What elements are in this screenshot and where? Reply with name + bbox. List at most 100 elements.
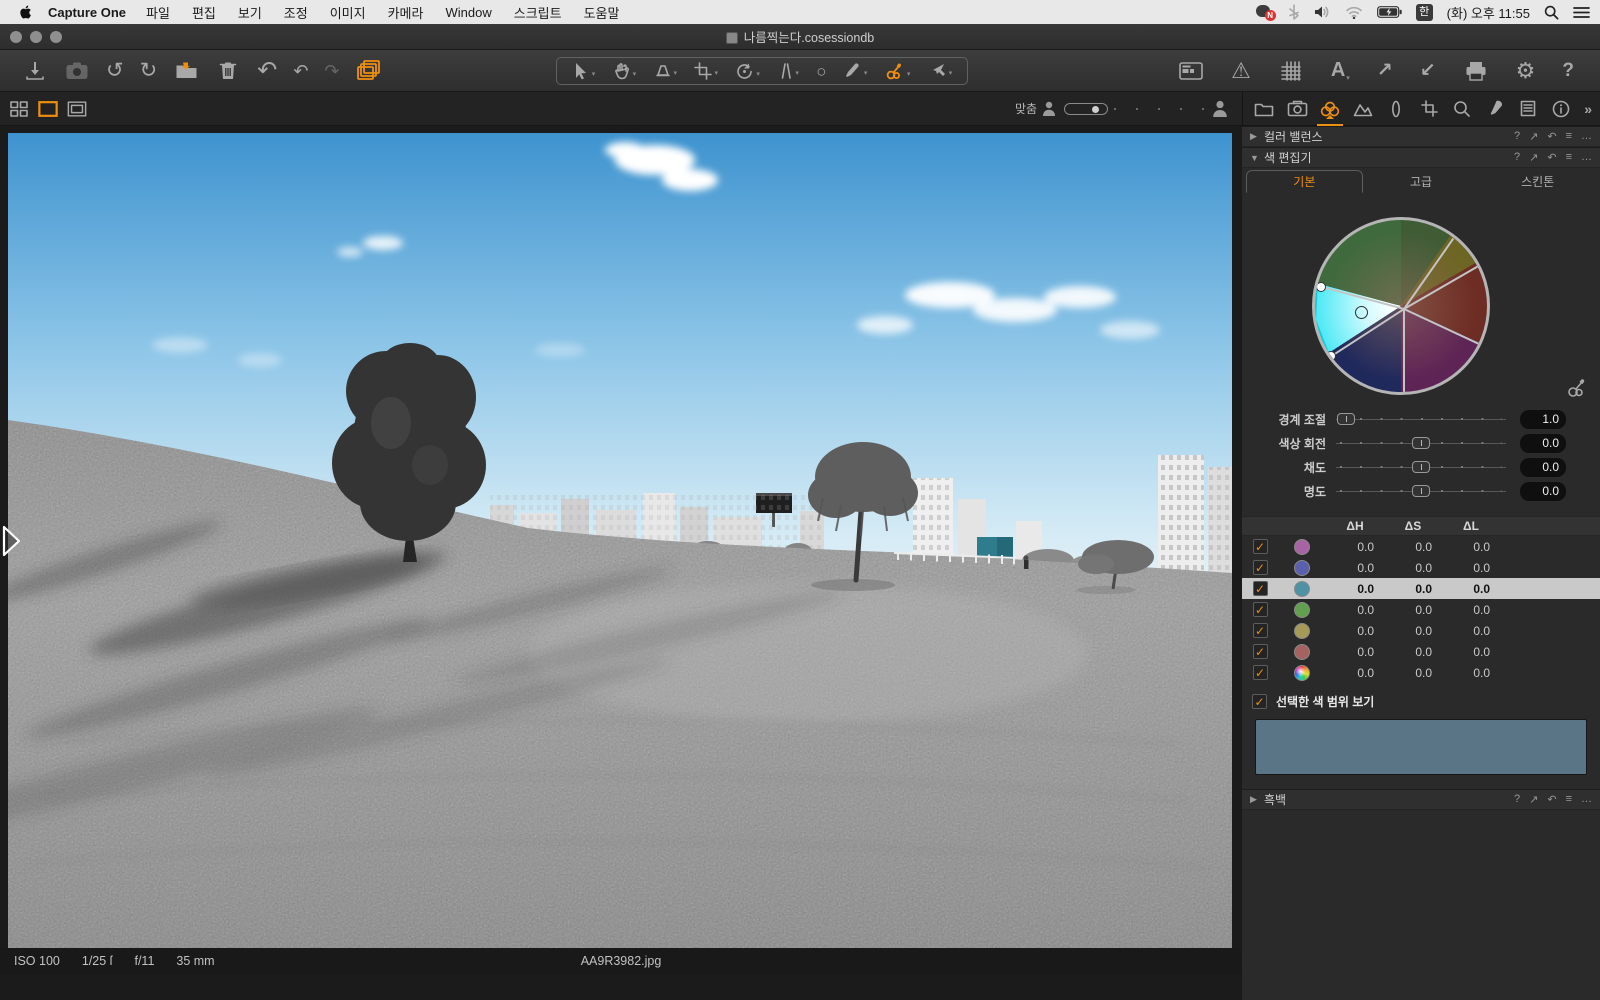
rotate-ccw-button[interactable]: ↺ — [106, 60, 124, 81]
zoom-person-large-icon[interactable] — [1212, 100, 1228, 117]
grid-button[interactable] — [1278, 58, 1304, 84]
tab-basic[interactable]: 기본 — [1246, 170, 1363, 193]
pick-color-correction-tool[interactable]: ▾ — [885, 62, 910, 81]
tab-details[interactable] — [1451, 99, 1473, 119]
color-swatch[interactable] — [1294, 538, 1310, 555]
input-source-badge[interactable]: 한 — [1415, 3, 1433, 21]
range-checkbox[interactable]: ✓ — [1252, 644, 1268, 659]
wifi-icon[interactable] — [1345, 6, 1363, 19]
import-back-button[interactable]: ↙ — [1420, 59, 1436, 82]
bluetooth-icon[interactable] — [1288, 4, 1300, 20]
spot-removal-tool[interactable]: ○ — [816, 63, 826, 80]
menu-scripts[interactable]: 스크립트 — [514, 3, 562, 22]
slider-track[interactable] — [1336, 412, 1506, 426]
loupe-tool[interactable]: ▾ — [654, 62, 677, 80]
spotlight-search-icon[interactable] — [1544, 5, 1559, 20]
slider-value[interactable]: 0.0 — [1520, 457, 1566, 477]
sync-icon[interactable]: ↗ — [1529, 793, 1538, 806]
kakaotalk-icon[interactable]: N — [1255, 4, 1276, 21]
menu-view[interactable]: 보기 — [238, 3, 262, 22]
tab-adjustments[interactable] — [1484, 99, 1506, 119]
help-button[interactable]: ? — [1562, 60, 1574, 82]
help-icon[interactable]: ? — [1514, 151, 1520, 164]
export-folder-button[interactable] — [173, 58, 199, 84]
reset-adjustments-button[interactable]: ↶ — [257, 58, 277, 83]
pan-tool[interactable]: ▾ — [613, 62, 636, 81]
slider-value[interactable]: 1.0 — [1520, 409, 1566, 429]
range-checkbox[interactable]: ✓ — [1252, 623, 1268, 638]
color-swatch[interactable] — [1294, 580, 1310, 597]
rotate-cw-button[interactable]: ↻ — [140, 60, 158, 81]
tab-metadata[interactable] — [1517, 99, 1539, 119]
proof-view-button[interactable] — [67, 100, 87, 117]
zoom-fit-label[interactable]: 맞춤 — [1015, 100, 1037, 117]
reset-icon[interactable]: ↶ — [1547, 151, 1556, 164]
color-swatch[interactable] — [1294, 559, 1310, 576]
more-icon[interactable]: … — [1581, 151, 1592, 164]
draw-mask-tool[interactable]: ▾ — [844, 62, 867, 80]
rainbow-swatch[interactable] — [1294, 664, 1310, 681]
presets-icon[interactable]: ≡ — [1566, 151, 1572, 164]
tab-skin-tone[interactable]: 스킨톤 — [1479, 170, 1596, 193]
expand-triangle-icon[interactable]: ▼ — [1250, 153, 1264, 163]
tab-composition[interactable] — [1418, 99, 1440, 119]
more-tabs-button[interactable]: » — [1584, 101, 1592, 117]
range-checkbox[interactable]: ✓ — [1252, 665, 1268, 680]
zoom-slider[interactable] — [1064, 102, 1204, 116]
picked-color-marker[interactable] — [1355, 306, 1368, 319]
viewer-layout-button[interactable] — [1178, 58, 1204, 84]
slider-handle[interactable] — [1412, 437, 1430, 449]
color-range-row[interactable]: ✓ 0.0 0.0 0.0 — [1242, 620, 1600, 641]
more-icon[interactable]: … — [1581, 793, 1592, 806]
color-editor-header[interactable]: ▼ 색 편집기 ? ↗ ↶ ≡ … — [1242, 147, 1600, 168]
exposure-warning-button[interactable]: ⚠ — [1231, 58, 1251, 84]
help-icon[interactable]: ? — [1514, 793, 1520, 806]
presets-icon[interactable]: ≡ — [1566, 130, 1572, 143]
color-wheel[interactable] — [1312, 217, 1490, 395]
import-button[interactable] — [22, 58, 48, 84]
tab-advanced[interactable]: 고급 — [1363, 170, 1480, 193]
single-view-button[interactable] — [38, 100, 58, 117]
window-titlebar[interactable]: 나름찍는다.cosessiondb — [0, 24, 1600, 50]
tab-library[interactable] — [1253, 99, 1275, 119]
reset-icon[interactable]: ↶ — [1547, 793, 1556, 806]
undo-button[interactable]: ↶ — [293, 62, 308, 80]
rotate-tool[interactable]: ▾ — [735, 62, 760, 81]
slider-handle[interactable] — [1337, 413, 1356, 425]
tab-capture[interactable] — [1286, 99, 1308, 119]
menu-file[interactable]: 파일 — [146, 3, 170, 22]
apply-adjustments-tool[interactable]: ▾ — [928, 62, 952, 80]
slider-track[interactable] — [1336, 484, 1506, 498]
menu-help[interactable]: 도움말 — [584, 3, 620, 22]
presets-icon[interactable]: ≡ — [1566, 793, 1572, 806]
wedge-handle-lower[interactable] — [1326, 351, 1336, 361]
trash-button[interactable] — [215, 58, 241, 84]
help-icon[interactable]: ? — [1514, 130, 1520, 143]
range-checkbox[interactable]: ✓ — [1252, 581, 1268, 596]
settings-gear-button[interactable]: ⚙ — [1516, 58, 1536, 84]
wedge-handle-upper[interactable] — [1316, 282, 1326, 292]
browser-toggle-arrow[interactable] — [2, 525, 22, 557]
collapse-triangle-icon[interactable]: ▶ — [1250, 131, 1264, 142]
menu-adjustments[interactable]: 조정 — [284, 3, 308, 22]
menu-image[interactable]: 이미지 — [330, 3, 366, 22]
reset-icon[interactable]: ↶ — [1547, 130, 1556, 143]
annotations-button[interactable]: A ▾ — [1331, 59, 1350, 82]
color-swatch[interactable] — [1294, 622, 1310, 639]
color-picker-icon[interactable] — [1566, 377, 1588, 399]
menubar-app-name[interactable]: Capture One — [48, 5, 126, 20]
range-checkbox[interactable]: ✓ — [1252, 602, 1268, 617]
color-range-row-selected[interactable]: ✓ 0.0 0.0 0.0 — [1242, 578, 1600, 599]
capture-camera-button[interactable] — [64, 58, 90, 84]
photo-canvas[interactable] — [8, 133, 1232, 948]
slider-value[interactable]: 0.0 — [1520, 481, 1566, 501]
sync-icon[interactable]: ↗ — [1529, 151, 1538, 164]
tab-lens[interactable] — [1385, 99, 1407, 119]
zoom-slider-handle[interactable] — [1092, 105, 1099, 113]
tab-info[interactable] — [1550, 99, 1572, 119]
color-range-row[interactable]: ✓ 0.0 0.0 0.0 — [1242, 599, 1600, 620]
slider-track[interactable] — [1336, 460, 1506, 474]
tab-color[interactable] — [1317, 99, 1343, 126]
volume-icon[interactable] — [1314, 5, 1331, 19]
color-balance-header[interactable]: ▶ 컬러 밸런스 ? ↗ ↶ ≡ … — [1242, 126, 1600, 147]
